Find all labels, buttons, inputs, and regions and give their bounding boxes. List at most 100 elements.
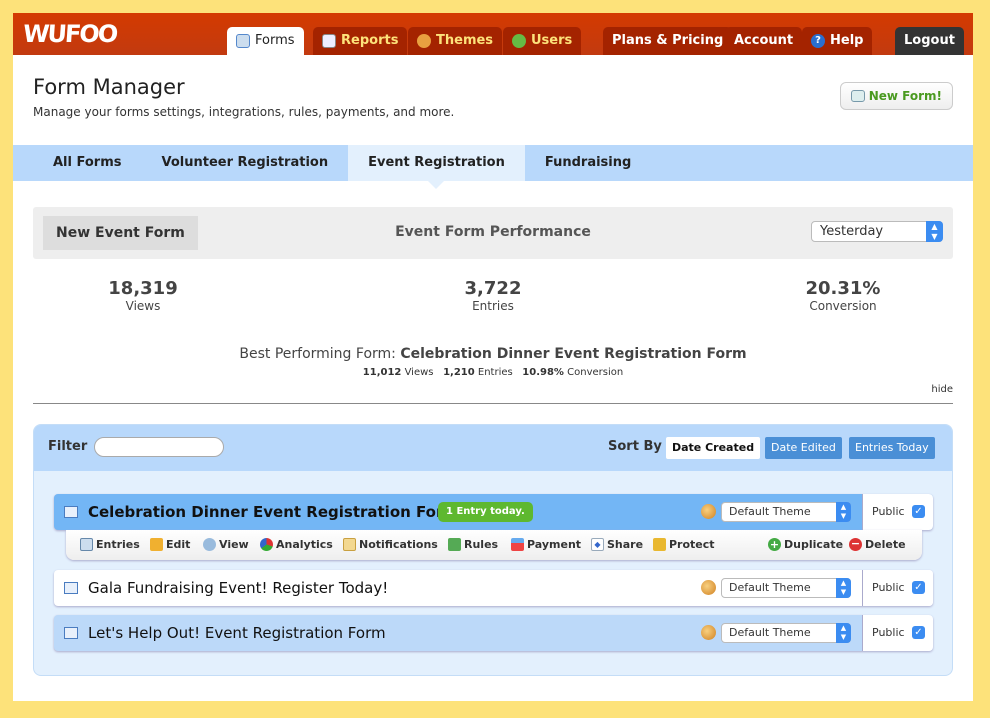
palette-icon bbox=[417, 34, 431, 48]
action-label: Share bbox=[607, 538, 644, 551]
nav-label: Logout bbox=[904, 33, 955, 48]
best-views: 11,012 bbox=[362, 367, 402, 378]
action-label: Edit bbox=[166, 538, 191, 551]
public-label: Public bbox=[872, 626, 905, 639]
top-bar: WUFOO Forms Reports Themes Users Plans &… bbox=[13, 13, 973, 55]
theme-select[interactable]: Default Theme ▲ ▼ bbox=[721, 623, 851, 643]
form-icon bbox=[236, 34, 250, 48]
public-toggle[interactable]: Public ✓ bbox=[862, 494, 933, 530]
logout-button[interactable]: Logout bbox=[895, 27, 964, 55]
nav-account[interactable]: Account bbox=[725, 27, 803, 55]
action-label: Analytics bbox=[276, 538, 333, 551]
stat-value: 3,722 bbox=[464, 278, 522, 299]
form-row[interactable]: Gala Fundraising Event! Register Today! … bbox=[54, 570, 933, 606]
sort-date-created[interactable]: Date Created bbox=[666, 437, 761, 459]
form-row[interactable]: Let's Help Out! Event Registration Form … bbox=[54, 615, 933, 651]
checkbox-checked-icon[interactable]: ✓ bbox=[912, 626, 925, 639]
checkbox-checked-icon[interactable]: ✓ bbox=[912, 581, 925, 594]
action-rules[interactable]: Rules bbox=[448, 538, 498, 551]
tab-fundraising[interactable]: Fundraising bbox=[525, 145, 651, 181]
tab-event-registration[interactable]: Event Registration bbox=[348, 145, 525, 189]
action-label: Delete bbox=[865, 538, 906, 551]
public-label: Public bbox=[872, 581, 905, 594]
best-entries: 1,210 bbox=[443, 367, 475, 378]
stat-entries: 3,722 Entries bbox=[413, 278, 573, 313]
action-delete[interactable]: − Delete bbox=[849, 538, 906, 551]
form-name[interactable]: Gala Fundraising Event! Register Today! bbox=[88, 579, 388, 597]
new-form-label: New Form! bbox=[868, 89, 942, 103]
best-form-name[interactable]: Celebration Dinner Event Registration Fo… bbox=[400, 346, 746, 362]
page: WUFOO Forms Reports Themes Users Plans &… bbox=[13, 13, 973, 701]
select-arrows-icon: ▲ ▼ bbox=[836, 502, 851, 522]
sort-date-edited[interactable]: Date Edited bbox=[765, 437, 842, 459]
form-name[interactable]: Celebration Dinner Event Registration Fo… bbox=[88, 503, 459, 521]
action-notifications[interactable]: Notifications bbox=[343, 538, 438, 551]
action-view[interactable]: View bbox=[203, 538, 249, 551]
nav-reports[interactable]: Reports bbox=[313, 27, 408, 55]
nav-users[interactable]: Users bbox=[503, 27, 582, 55]
nav-plans-pricing[interactable]: Plans & Pricing bbox=[603, 27, 733, 55]
form-actions-bar: Entries Edit View Analytics Notification… bbox=[66, 530, 922, 560]
action-label: Protect bbox=[669, 538, 715, 551]
form-icon bbox=[64, 506, 78, 518]
theme-value: Default Theme bbox=[729, 505, 811, 518]
action-protect[interactable]: Protect bbox=[653, 538, 715, 551]
best-conversion-label: Conversion bbox=[567, 367, 624, 378]
pie-chart-icon bbox=[260, 538, 273, 551]
filter-input[interactable] bbox=[94, 437, 224, 457]
filter-bar: Filter Sort By : Date Created Date Edite… bbox=[34, 425, 952, 471]
action-label: Payment bbox=[527, 538, 582, 551]
stat-label: Entries bbox=[472, 299, 514, 313]
palette-icon bbox=[701, 504, 716, 519]
sort-label: Sort By : bbox=[608, 439, 672, 454]
action-analytics[interactable]: Analytics bbox=[260, 538, 333, 551]
stat-value: 20.31% bbox=[805, 278, 881, 299]
action-label: Entries bbox=[96, 538, 140, 551]
help-icon: ? bbox=[811, 34, 825, 48]
tab-all-forms[interactable]: All Forms bbox=[13, 145, 141, 181]
payment-icon bbox=[511, 538, 524, 551]
stat-label: Conversion bbox=[809, 299, 877, 313]
tab-volunteer-registration[interactable]: Volunteer Registration bbox=[141, 145, 348, 181]
nav-label: Plans & Pricing bbox=[612, 33, 724, 48]
action-label: View bbox=[219, 538, 249, 551]
nav-help[interactable]: ? Help bbox=[802, 27, 873, 55]
nav-label: Help bbox=[830, 33, 864, 48]
stat-views: 18,319 Views bbox=[63, 278, 223, 313]
public-toggle[interactable]: Public ✓ bbox=[862, 615, 933, 651]
nav-label: Users bbox=[531, 33, 573, 48]
period-select[interactable]: Yesterday ▲ ▼ bbox=[811, 221, 943, 242]
action-edit[interactable]: Edit bbox=[150, 538, 190, 551]
public-toggle[interactable]: Public ✓ bbox=[862, 570, 933, 606]
form-name[interactable]: Let's Help Out! Event Registration Form bbox=[88, 624, 386, 642]
nav-label: Themes bbox=[436, 33, 494, 48]
checkbox-checked-icon[interactable]: ✓ bbox=[912, 505, 925, 518]
divider bbox=[33, 403, 953, 404]
action-duplicate[interactable]: + Duplicate bbox=[768, 538, 843, 551]
new-form-button[interactable]: New Form! bbox=[839, 82, 953, 110]
form-row[interactable]: Celebration Dinner Event Registration Fo… bbox=[54, 494, 933, 530]
nav-themes[interactable]: Themes bbox=[408, 27, 503, 55]
stat-value: 18,319 bbox=[108, 278, 178, 299]
theme-select[interactable]: Default Theme ▲ ▼ bbox=[721, 502, 851, 522]
key-icon bbox=[653, 538, 666, 551]
nav-forms[interactable]: Forms bbox=[227, 27, 304, 55]
action-payment[interactable]: Payment bbox=[511, 538, 581, 551]
wufoo-logo[interactable]: WUFOO bbox=[22, 20, 117, 48]
magnifier-icon bbox=[203, 538, 216, 551]
page-title: Form Manager bbox=[33, 75, 185, 99]
action-share[interactable]: ◆ Share bbox=[591, 538, 643, 551]
action-entries[interactable]: Entries bbox=[80, 538, 140, 551]
forms-panel: Filter Sort By : Date Created Date Edite… bbox=[33, 424, 953, 676]
action-label: Duplicate bbox=[784, 538, 844, 551]
form-tabs: All Forms Volunteer Registration Event R… bbox=[13, 145, 973, 189]
entries-today-badge: 1 Entry today. bbox=[438, 502, 533, 522]
stat-conversion: 20.31% Conversion bbox=[763, 278, 923, 313]
theme-select[interactable]: Default Theme ▲ ▼ bbox=[721, 578, 851, 598]
filter-label: Filter bbox=[48, 439, 88, 454]
sort-entries-today[interactable]: Entries Today bbox=[849, 437, 935, 459]
period-value: Yesterday bbox=[820, 224, 884, 239]
hide-link[interactable]: hide bbox=[931, 384, 953, 395]
envelope-icon bbox=[343, 538, 356, 551]
public-label: Public bbox=[872, 505, 905, 518]
